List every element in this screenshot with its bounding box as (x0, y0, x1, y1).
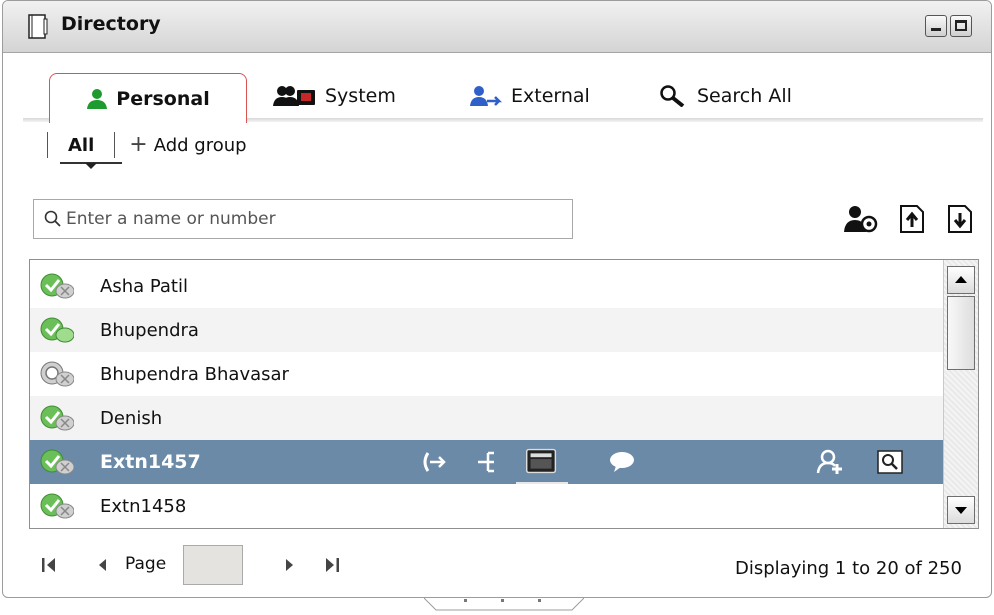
list-item[interactable]: Bhupendra (30, 308, 943, 352)
scroll-thumb[interactable] (947, 296, 975, 370)
system-contacts-icon (273, 86, 315, 106)
page-number-input[interactable] (183, 545, 243, 585)
magnifier-icon (660, 85, 685, 107)
window-title: Directory (61, 13, 161, 35)
contact-name: Bhupendra Bhavasar (100, 363, 289, 385)
add-group-label: Add group (153, 134, 247, 156)
add-group-button[interactable]: + Add group (115, 134, 246, 156)
add-to-personal-icon[interactable] (816, 449, 844, 475)
page-label: Page (125, 554, 167, 574)
directory-window: Directory Personal System External Searc… (2, 0, 992, 598)
list-item[interactable]: Bhupendra Bhavasar (30, 352, 943, 396)
person-icon (87, 88, 108, 109)
view-details-icon[interactable] (876, 449, 904, 475)
presence-available-icon (40, 449, 74, 475)
tab-personal[interactable]: Personal (49, 73, 247, 123)
call-forward-icon[interactable] (420, 449, 448, 475)
export-icon[interactable] (947, 204, 973, 234)
contact-name: Bhupendra (100, 319, 199, 341)
contact-name: Asha Patil (100, 275, 188, 297)
group-filter-bar: All + Add group (47, 127, 247, 164)
presence-available-icon (40, 493, 74, 519)
scroll-down-button[interactable] (947, 496, 975, 524)
tab-external-label: External (511, 85, 590, 107)
pagination-bar: Page (37, 545, 339, 585)
presence-available-icon (40, 405, 74, 431)
contact-name: Denish (100, 407, 163, 429)
selected-caret-icon (85, 163, 97, 169)
search-input[interactable] (66, 209, 546, 229)
list-item[interactable]: Extn1458 (30, 484, 943, 528)
external-contacts-icon (470, 86, 503, 106)
chat-icon[interactable] (608, 449, 636, 475)
presence-offline-icon (40, 361, 74, 387)
tab-system[interactable]: System (273, 73, 396, 119)
search-field[interactable] (33, 199, 573, 239)
resize-grip-icon[interactable] (424, 598, 584, 612)
search-icon (44, 210, 61, 227)
tab-search-all-label: Search All (697, 85, 792, 107)
list-item-selected[interactable]: Extn1457 (30, 440, 943, 484)
scroll-up-button[interactable] (947, 266, 975, 294)
contact-name: Extn1457 (100, 451, 201, 473)
tab-search-all[interactable]: Search All (659, 73, 792, 119)
plus-icon: + (129, 132, 148, 157)
contact-list: Asha Patil Bhupendra Bhupendra Bhavasar (29, 259, 979, 529)
presence-available-chat-icon (40, 317, 74, 343)
display-count-text: Displaying 1 to 20 of 250 (735, 558, 962, 579)
group-all[interactable]: All (48, 135, 123, 164)
tab-system-label: System (325, 85, 396, 107)
tab-external[interactable]: External (469, 73, 590, 119)
contact-card-icon[interactable] (516, 440, 568, 484)
last-page-icon[interactable] (323, 557, 341, 573)
directory-book-icon (28, 14, 48, 39)
add-contact-icon[interactable] (843, 204, 879, 234)
maximize-button[interactable] (950, 15, 972, 37)
tab-personal-label: Personal (116, 87, 210, 110)
vertical-scrollbar[interactable] (943, 260, 978, 528)
minimize-button[interactable] (925, 15, 947, 37)
first-page-icon[interactable] (41, 557, 59, 573)
contact-name: Extn1458 (100, 495, 187, 517)
title-bar[interactable]: Directory (3, 1, 991, 53)
next-page-icon[interactable] (283, 557, 297, 573)
list-item[interactable]: Asha Patil (30, 264, 943, 308)
conference-icon[interactable] (476, 449, 504, 475)
previous-page-icon[interactable] (95, 557, 109, 573)
import-icon[interactable] (899, 204, 925, 234)
presence-available-icon (40, 273, 74, 299)
list-item[interactable]: Denish (30, 396, 943, 440)
